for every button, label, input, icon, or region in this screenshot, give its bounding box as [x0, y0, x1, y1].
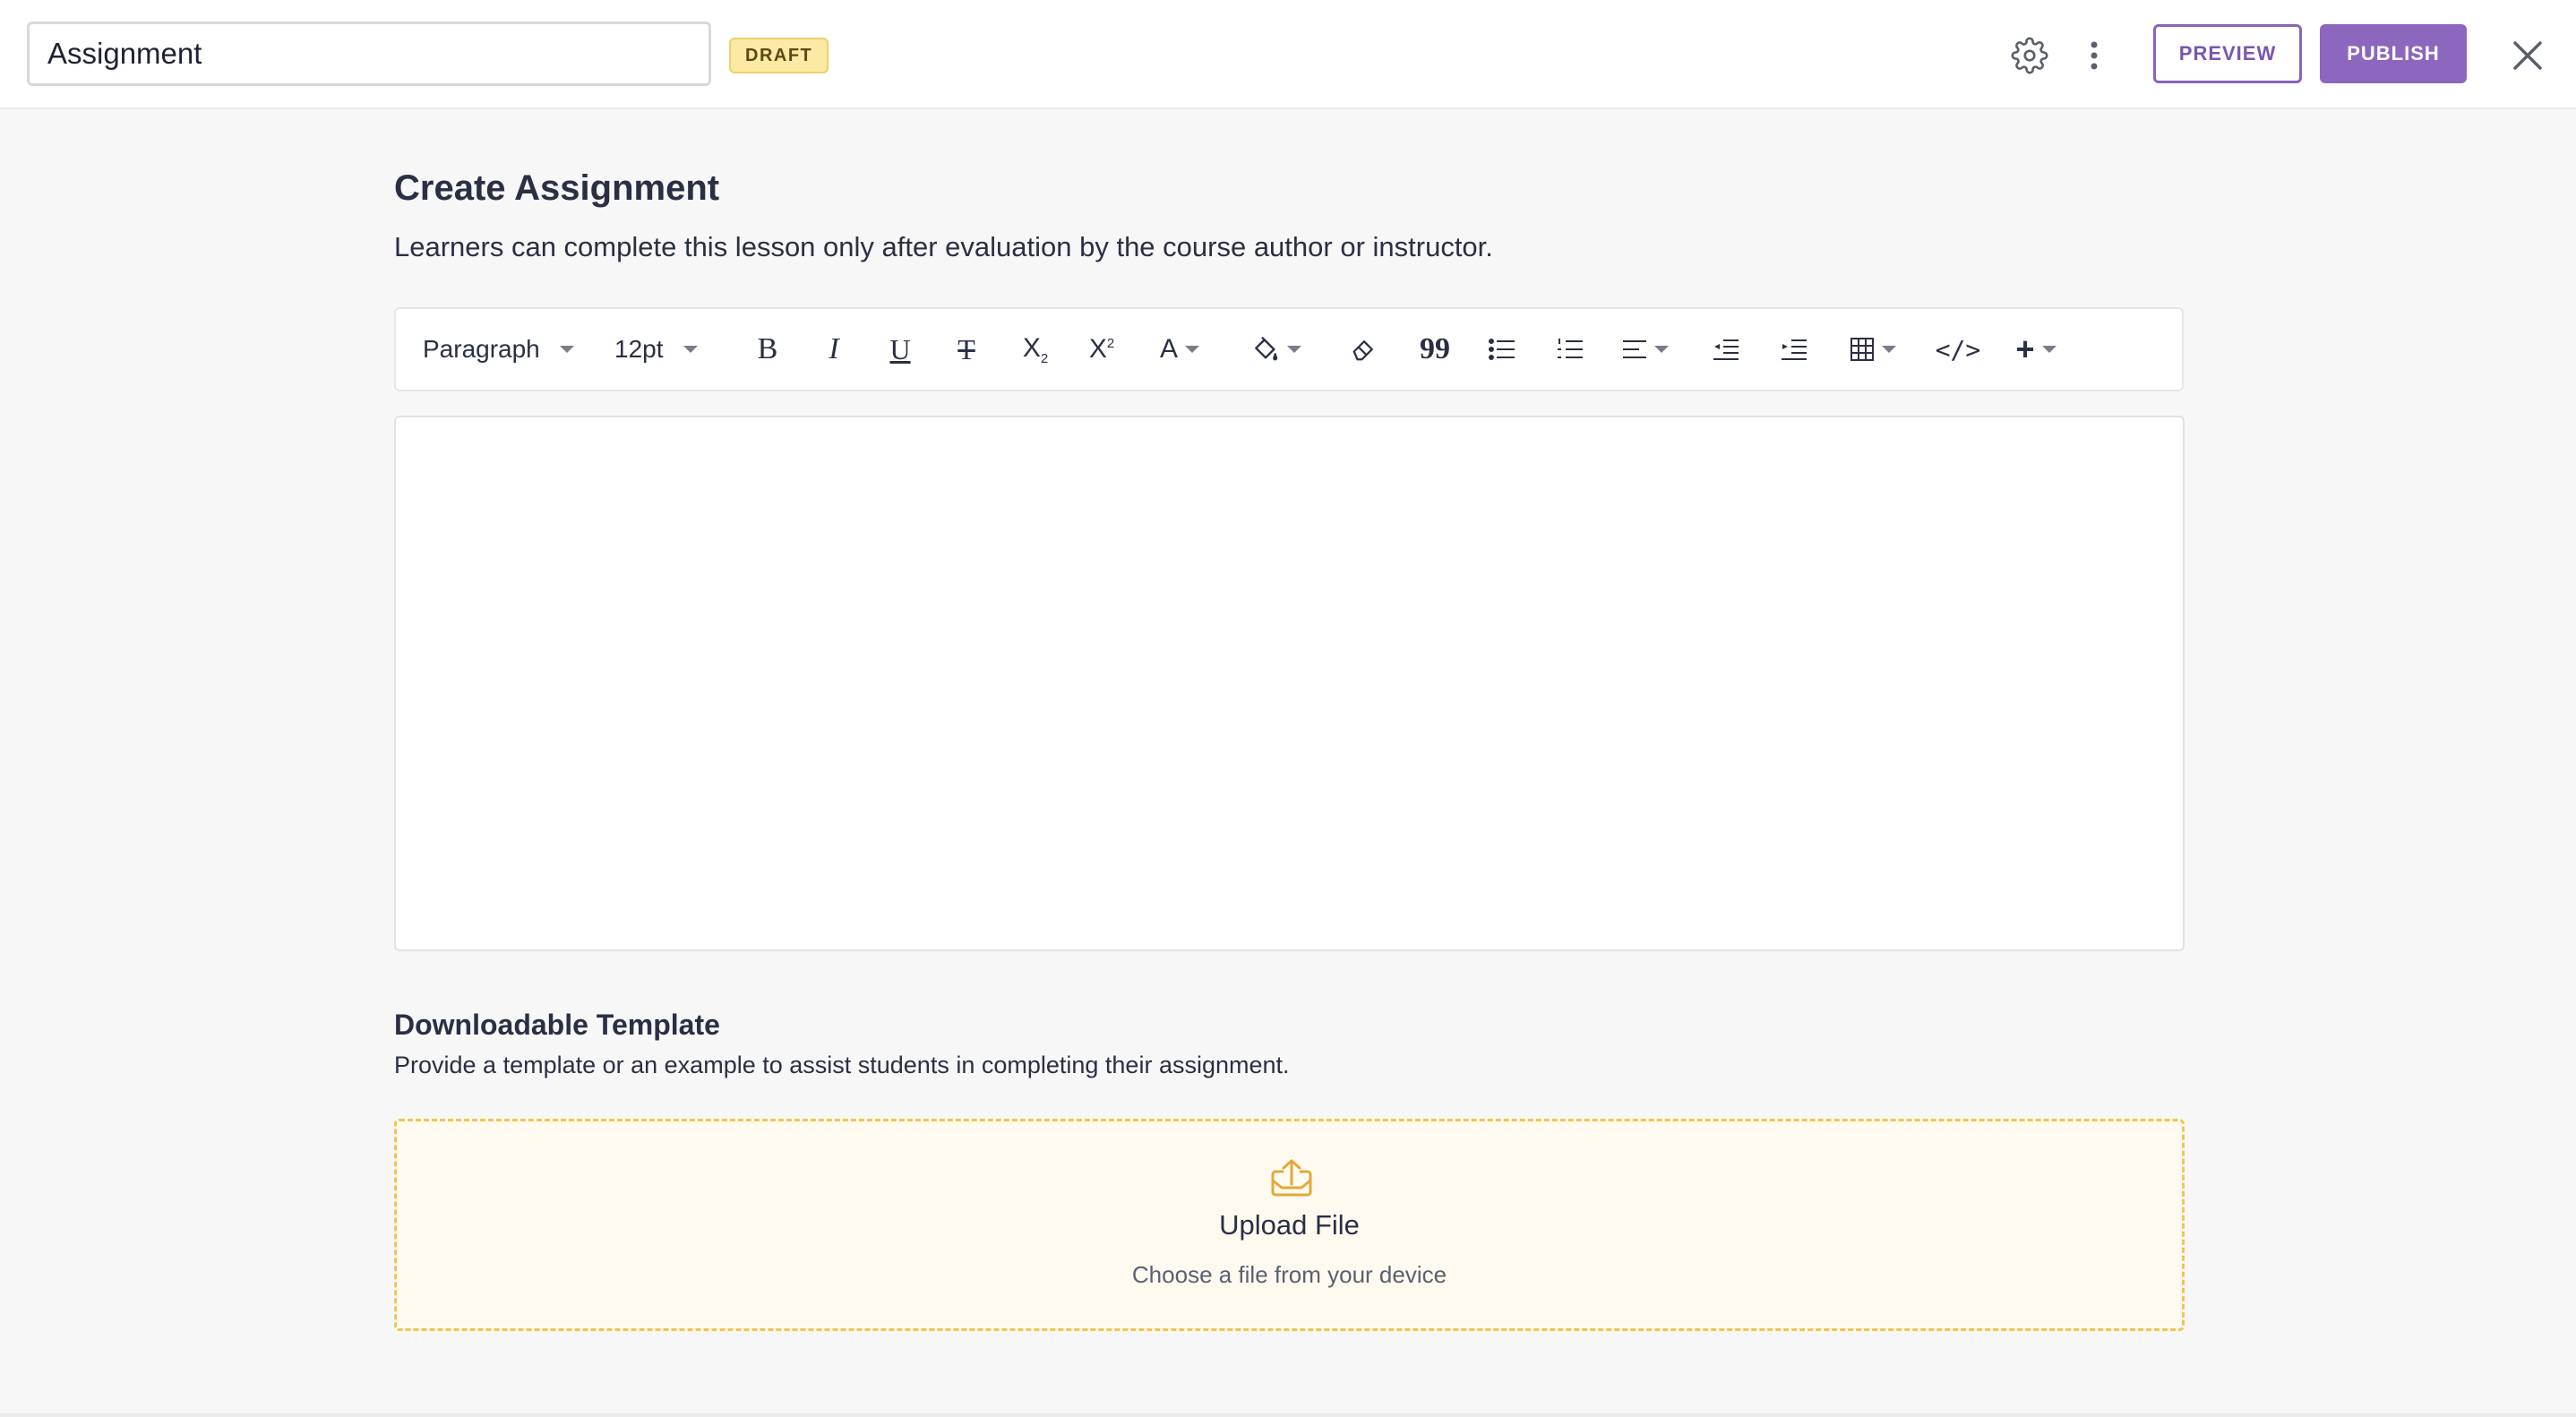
font-size-value: 12pt — [614, 335, 664, 363]
paint-bucket-icon — [1255, 336, 1278, 361]
underline-icon: U — [889, 332, 911, 365]
table-icon — [1850, 338, 1874, 361]
bold-icon: B — [757, 332, 778, 365]
page-subtitle: Learners can complete this lesson only a… — [394, 231, 1493, 262]
subscript-icon: X2 — [1022, 332, 1049, 366]
editor-toolbar: Paragraph 12pt B I U T X2 X2 A 99 </> + — [394, 307, 2184, 391]
outdent-icon — [1713, 339, 1739, 360]
chevron-down-icon — [1185, 346, 1199, 353]
outdent-button[interactable] — [1704, 329, 1748, 370]
block-format-dropdown[interactable]: Paragraph — [423, 309, 574, 390]
code-icon: </> — [1935, 334, 1981, 365]
upload-title: Upload File — [1219, 1209, 1360, 1241]
indent-button[interactable] — [1772, 329, 1816, 370]
block-format-value: Paragraph — [423, 335, 540, 363]
clear-formatting-button[interactable] — [1342, 329, 1387, 370]
assignment-editor[interactable] — [394, 416, 2185, 951]
template-section-title: Downloadable Template — [394, 1009, 720, 1041]
gear-icon — [2011, 37, 2048, 74]
upload-subtitle: Choose a file from your device — [1131, 1261, 1447, 1288]
status-badge: DRAFT — [729, 38, 829, 73]
close-icon — [2513, 41, 2542, 70]
underline-button[interactable]: U — [878, 329, 923, 370]
settings-button[interactable] — [2008, 34, 2051, 77]
align-left-icon — [1623, 340, 1646, 358]
more-options-button[interactable] — [2078, 34, 2110, 77]
font-size-dropdown[interactable]: 12pt — [614, 309, 698, 390]
bullet-list-button[interactable] — [1480, 329, 1524, 370]
preview-button[interactable]: PREVIEW — [2153, 24, 2302, 83]
lesson-title-input[interactable] — [27, 21, 711, 86]
align-button[interactable] — [1614, 329, 1677, 370]
indent-icon — [1782, 339, 1807, 360]
numbered-list-icon — [1558, 339, 1583, 358]
chevron-down-icon — [559, 346, 574, 353]
chevron-down-icon — [1654, 346, 1669, 353]
eraser-icon — [1352, 340, 1373, 361]
bottom-divider — [0, 1413, 2576, 1417]
strikethrough-button[interactable]: T — [944, 329, 989, 370]
publish-button[interactable]: PUBLISH — [2320, 24, 2467, 83]
text-color-icon: A — [1159, 334, 1178, 364]
chevron-down-icon — [1882, 346, 1896, 353]
template-section-description: Provide a template or an example to assi… — [394, 1052, 1290, 1078]
superscript-button[interactable]: X2 — [1077, 329, 1127, 370]
text-color-button[interactable]: A — [1148, 329, 1211, 370]
bold-button[interactable]: B — [745, 329, 790, 370]
insert-button[interactable]: + — [2005, 329, 2067, 370]
quote-icon: 99 — [1420, 332, 1450, 365]
page-title: Create Assignment — [394, 168, 720, 208]
upload-file-dropzone[interactable]: Upload File Choose a file from your devi… — [394, 1119, 2185, 1331]
background-color-button[interactable] — [1245, 329, 1308, 370]
italic-icon: I — [829, 332, 839, 365]
source-code-button[interactable]: </> — [1931, 329, 1985, 370]
more-vertical-icon — [2091, 41, 2098, 70]
table-button[interactable] — [1842, 329, 1904, 370]
chevron-down-icon — [683, 346, 698, 353]
chevron-down-icon — [1287, 346, 1301, 353]
italic-button[interactable]: I — [811, 329, 856, 370]
top-bar: DRAFT PREVIEW PUBLISH — [0, 0, 2576, 109]
bullet-list-icon — [1489, 339, 1515, 360]
chevron-down-icon — [2041, 346, 2057, 353]
superscript-icon: X2 — [1088, 334, 1115, 364]
close-button[interactable] — [2506, 34, 2549, 77]
upload-icon — [1271, 1159, 1312, 1197]
strikethrough-icon: T — [957, 332, 975, 365]
numbered-list-button[interactable] — [1548, 329, 1593, 370]
subscript-button[interactable]: X2 — [1010, 329, 1060, 370]
plus-icon: + — [2015, 331, 2035, 367]
blockquote-button[interactable]: 99 — [1410, 329, 1460, 370]
